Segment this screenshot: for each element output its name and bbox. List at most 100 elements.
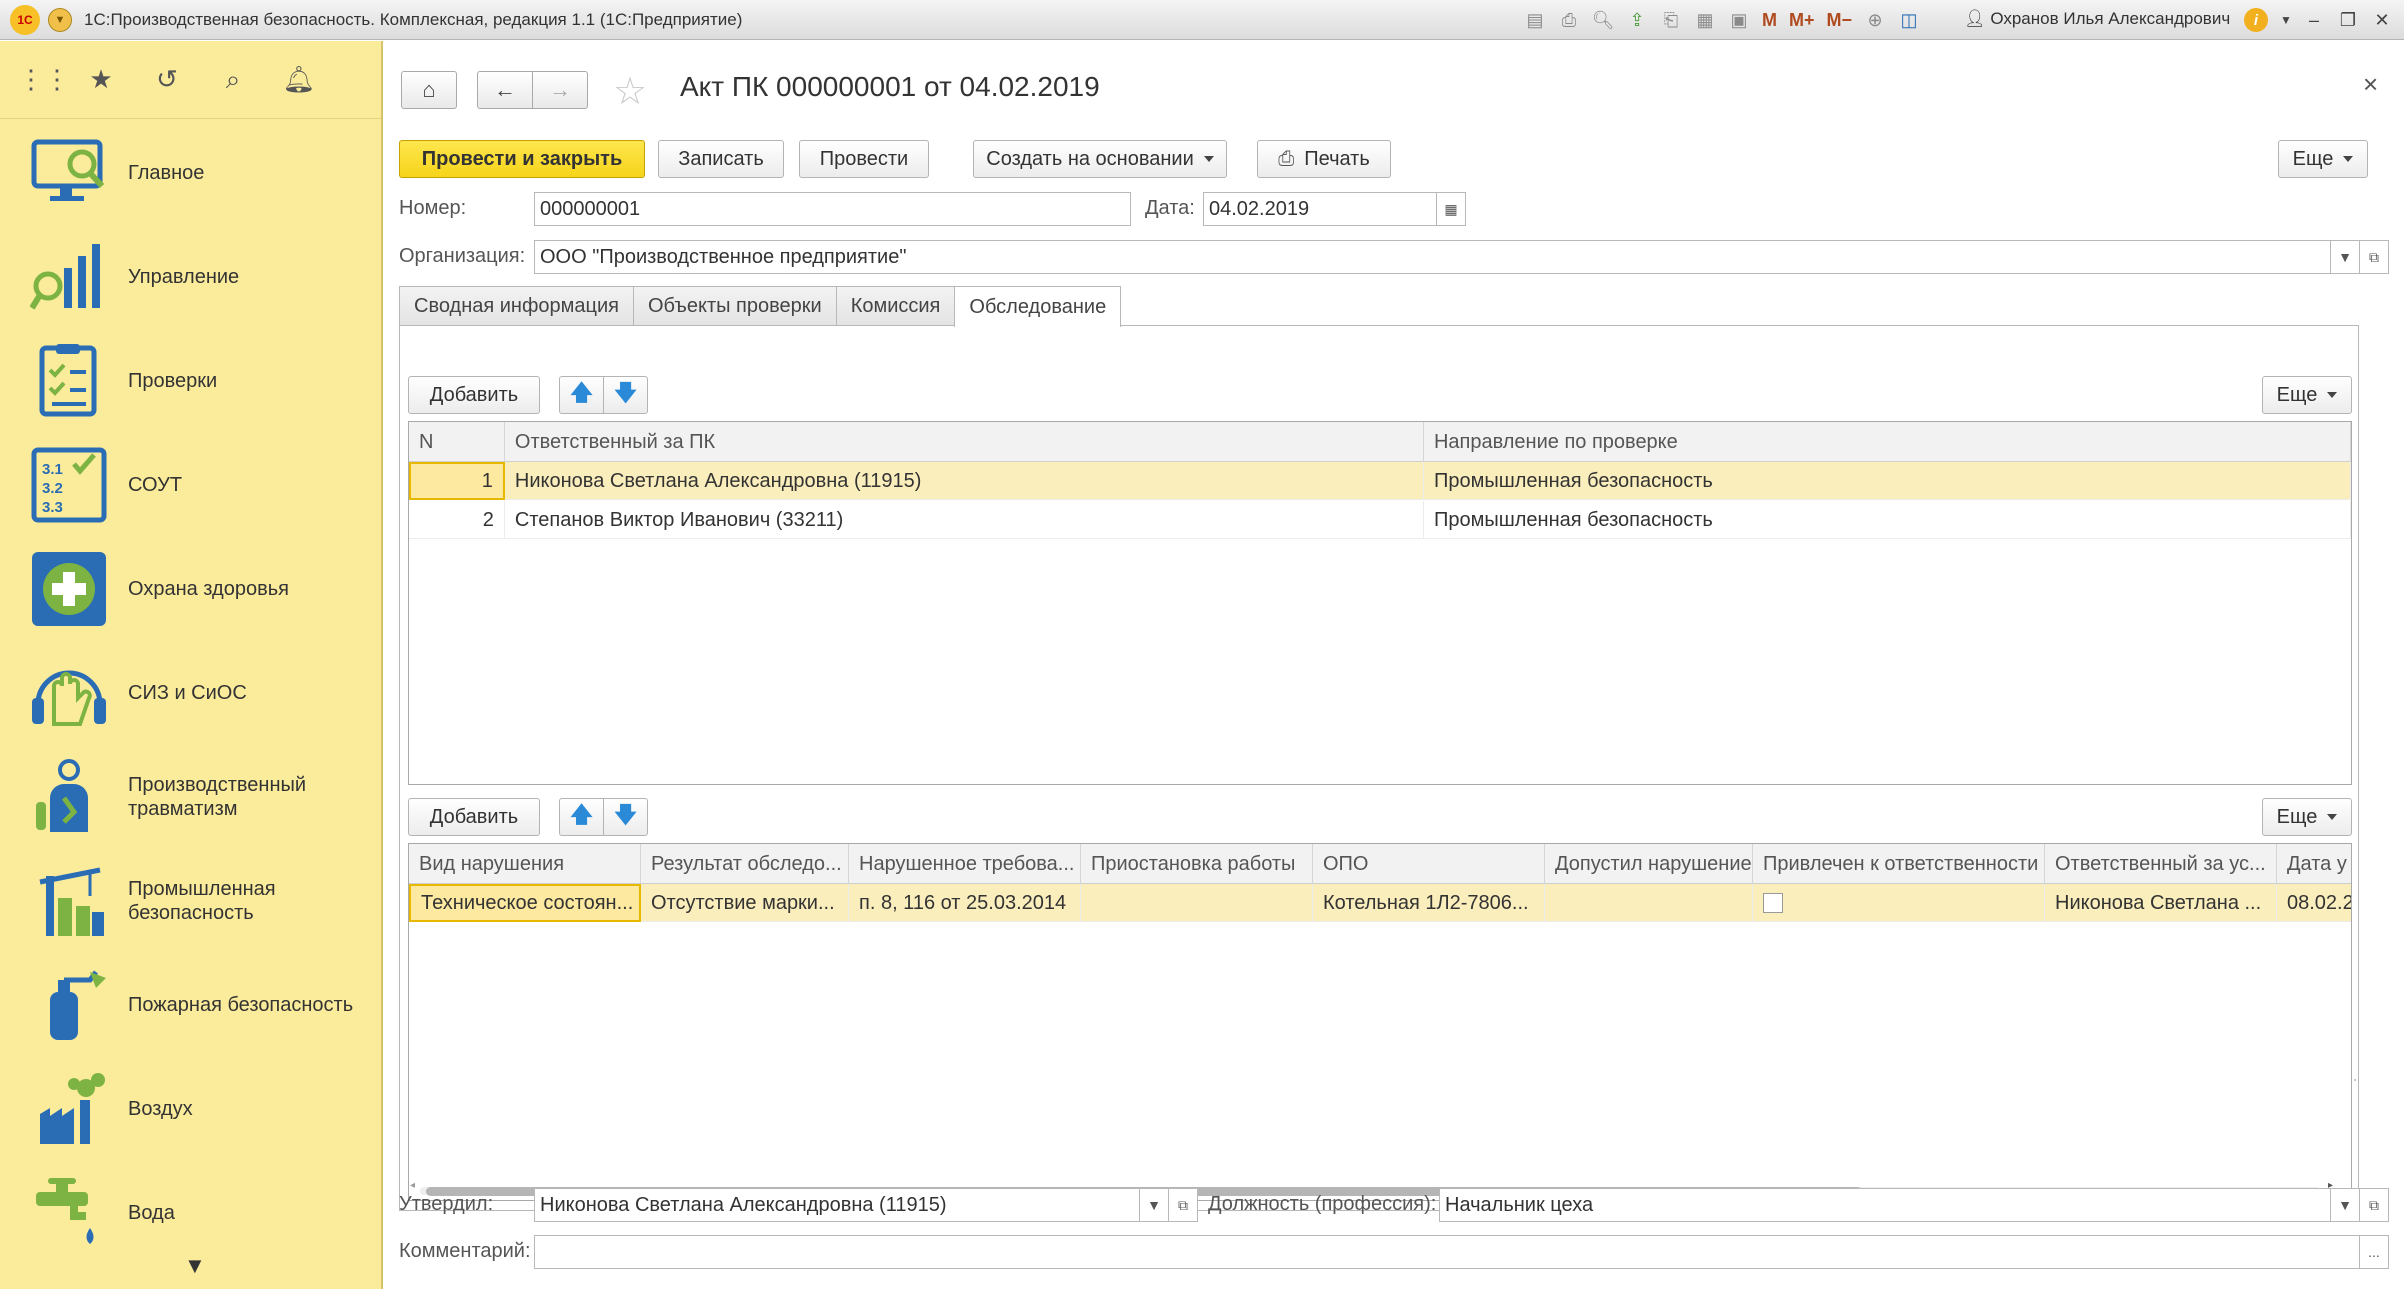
preview-icon[interactable]: 🔍︎ <box>1588 5 1618 35</box>
column-header-violator[interactable]: Допустил нарушение <box>1545 844 1753 884</box>
cell-responsible-fix[interactable]: Никонова Светлана ... <box>2045 884 2277 922</box>
post-and-close-button[interactable]: Провести и закрыть <box>399 140 645 178</box>
column-header-liable[interactable]: Привлечен к ответственности <box>1753 844 2045 884</box>
cell-suspension[interactable] <box>1081 884 1313 922</box>
main-menu-dropdown-icon[interactable]: ▼ <box>48 7 72 32</box>
column-header-date[interactable]: Дата у <box>2277 844 2351 884</box>
sidebar-item-injuries[interactable]: Производственный травматизм <box>0 745 380 849</box>
calculator-icon[interactable]: ▦ <box>1690 5 1720 35</box>
zoom-icon[interactable]: ⊕ <box>1860 5 1890 35</box>
cell-direction[interactable]: Промышленная безопасность <box>1424 462 2351 500</box>
current-user[interactable]: 👤︎ Охранов Илья Александрович <box>1964 9 2230 29</box>
table1-more-button[interactable]: Еще <box>2262 376 2352 414</box>
tab-inspection-objects[interactable]: Объекты проверки <box>633 286 837 326</box>
info-icon[interactable]: i <box>2244 8 2268 32</box>
maximize-button[interactable]: ❐ <box>2332 4 2364 36</box>
move-up-button[interactable]: 🡅 <box>559 376 604 414</box>
column-header-n[interactable]: N <box>409 422 505 462</box>
search-icon[interactable]: ⌕ <box>216 64 250 96</box>
tab-commission[interactable]: Комиссия <box>835 286 956 326</box>
favorites-star-icon[interactable]: ★ <box>84 64 118 95</box>
apps-grid-icon[interactable]: ⋮⋮ <box>18 64 70 95</box>
calendar-icon[interactable]: ▣ <box>1724 5 1754 35</box>
number-field[interactable]: 000000001 <box>534 192 1131 226</box>
organization-open-icon[interactable]: ⧉ <box>2359 240 2389 274</box>
memory-minus-button[interactable]: M− <box>1823 5 1857 35</box>
cell-n[interactable]: 1 <box>409 462 505 500</box>
table2-more-button[interactable]: Еще <box>2262 798 2352 836</box>
move-down-button[interactable]: 🡇 <box>603 376 648 414</box>
comment-expand-button[interactable]: ... <box>2359 1235 2389 1269</box>
approved-by-dropdown-icon[interactable]: ▼ <box>1139 1188 1169 1222</box>
cell-responsible[interactable]: Степанов Виктор Иванович (33211) <box>505 501 1424 539</box>
approved-by-open-icon[interactable]: ⧉ <box>1168 1188 1198 1222</box>
sidebar-item-main[interactable]: Главное <box>0 121 380 225</box>
tab-summary[interactable]: Сводная информация <box>399 286 634 326</box>
position-open-icon[interactable]: ⧉ <box>2359 1188 2389 1222</box>
more-actions-button[interactable]: Еще <box>2278 140 2368 178</box>
minimize-button[interactable]: – <box>2298 4 2330 36</box>
home-button[interactable]: ⌂ <box>401 71 457 109</box>
column-header-responsible[interactable]: Ответственный за ПК <box>505 422 1424 462</box>
create-based-on-button[interactable]: Создать на основании <box>973 140 1227 178</box>
cell-violator[interactable] <box>1545 884 1753 922</box>
table-row[interactable]: Техническое состоян... Отсутствие марки.… <box>409 884 2351 922</box>
scroll-left-icon[interactable]: ◂ <box>410 1180 415 1191</box>
add-violation-button[interactable]: Добавить <box>408 798 540 836</box>
cell-opo[interactable]: Котельная 1Л2-7806... <box>1313 884 1545 922</box>
cell-n[interactable]: 2 <box>409 501 505 539</box>
tab-survey[interactable]: Обследование <box>954 286 1122 327</box>
column-header-violation-type[interactable]: Вид нарушения <box>409 844 641 884</box>
sidebar-item-air[interactable]: Воздух <box>0 1057 380 1161</box>
column-header-direction[interactable]: Направление по проверке <box>1424 422 2351 462</box>
column-header-responsible-fix[interactable]: Ответственный за ус... <box>2045 844 2277 884</box>
date-field[interactable]: 04.02.2019 <box>1203 192 1437 226</box>
position-field[interactable]: Начальник цеха <box>1439 1188 2331 1222</box>
post-button[interactable]: Провести <box>799 140 929 178</box>
calendar-picker-icon[interactable]: ▦ <box>1436 192 1466 226</box>
column-header-requirement[interactable]: Нарушенное требова... <box>849 844 1081 884</box>
table-row[interactable]: 1 Никонова Светлана Александровна (11915… <box>409 462 2351 500</box>
add-responsible-button[interactable]: Добавить <box>408 376 540 414</box>
sidebar-item-ppe[interactable]: СИЗ и СиОС <box>0 641 380 745</box>
sidebar-item-water[interactable]: Вода <box>0 1161 380 1265</box>
print-icon[interactable]: ⎙ <box>1554 5 1584 35</box>
cell-requirement[interactable]: п. 8, 116 от 25.03.2014 <box>849 884 1081 922</box>
sidebar-item-fire-safety[interactable]: Пожарная безопасность <box>0 953 380 1057</box>
print-to-icon[interactable]: ⎗ <box>1656 5 1686 35</box>
organization-dropdown-icon[interactable]: ▼ <box>2330 240 2360 274</box>
sidebar-item-health[interactable]: Охрана здоровья <box>0 537 380 641</box>
organization-field[interactable]: ООО "Производственное предприятие" <box>534 240 2331 274</box>
cell-liable[interactable] <box>1753 884 2045 922</box>
notifications-bell-icon[interactable]: 🔔︎ <box>282 64 316 95</box>
save-icon[interactable]: ▤ <box>1520 5 1550 35</box>
forward-button[interactable]: → <box>532 71 588 109</box>
move-up-button[interactable]: 🡅 <box>559 798 604 836</box>
comment-field[interactable] <box>534 1235 2360 1269</box>
save-button[interactable]: Записать <box>658 140 784 178</box>
close-form-button[interactable]: × <box>2363 69 2378 100</box>
cell-direction[interactable]: Промышленная безопасность <box>1424 501 2351 539</box>
sidebar-scroll-down-icon[interactable]: ▼ <box>184 1253 206 1279</box>
close-window-button[interactable]: ✕ <box>2366 4 2398 36</box>
cell-responsible[interactable]: Никонова Светлана Александровна (11915) <box>505 462 1424 500</box>
position-dropdown-icon[interactable]: ▼ <box>2330 1188 2360 1222</box>
liable-checkbox[interactable] <box>1763 893 1783 913</box>
app-logo-icon[interactable]: 1С <box>10 4 40 35</box>
column-header-suspension[interactable]: Приостановка работы <box>1081 844 1313 884</box>
history-icon[interactable]: ↺ <box>150 64 184 95</box>
move-down-button[interactable]: 🡇 <box>603 798 648 836</box>
sidebar-item-industrial-safety[interactable]: Промышленная безопасность <box>0 849 380 953</box>
favorite-star-icon[interactable]: ☆ <box>613 69 647 114</box>
column-header-survey-result[interactable]: Результат обследо... <box>641 844 849 884</box>
sidebar-item-sout[interactable]: 3.1 3.2 3.3 СОУТ <box>0 433 380 537</box>
cell-date[interactable]: 08.02.2 <box>2277 884 2351 922</box>
memory-m-button[interactable]: M <box>1758 5 1781 35</box>
cell-survey-result[interactable]: Отсутствие марки... <box>641 884 849 922</box>
sidebar-item-management[interactable]: Управление <box>0 225 380 329</box>
panels-icon[interactable]: ◫ <box>1894 5 1924 35</box>
sidebar-item-inspections[interactable]: Проверки <box>0 329 380 433</box>
cell-violation-type[interactable]: Техническое состоян... <box>409 884 641 922</box>
print-button[interactable]: ⎙ Печать <box>1257 140 1391 178</box>
memory-plus-button[interactable]: M+ <box>1785 5 1819 35</box>
